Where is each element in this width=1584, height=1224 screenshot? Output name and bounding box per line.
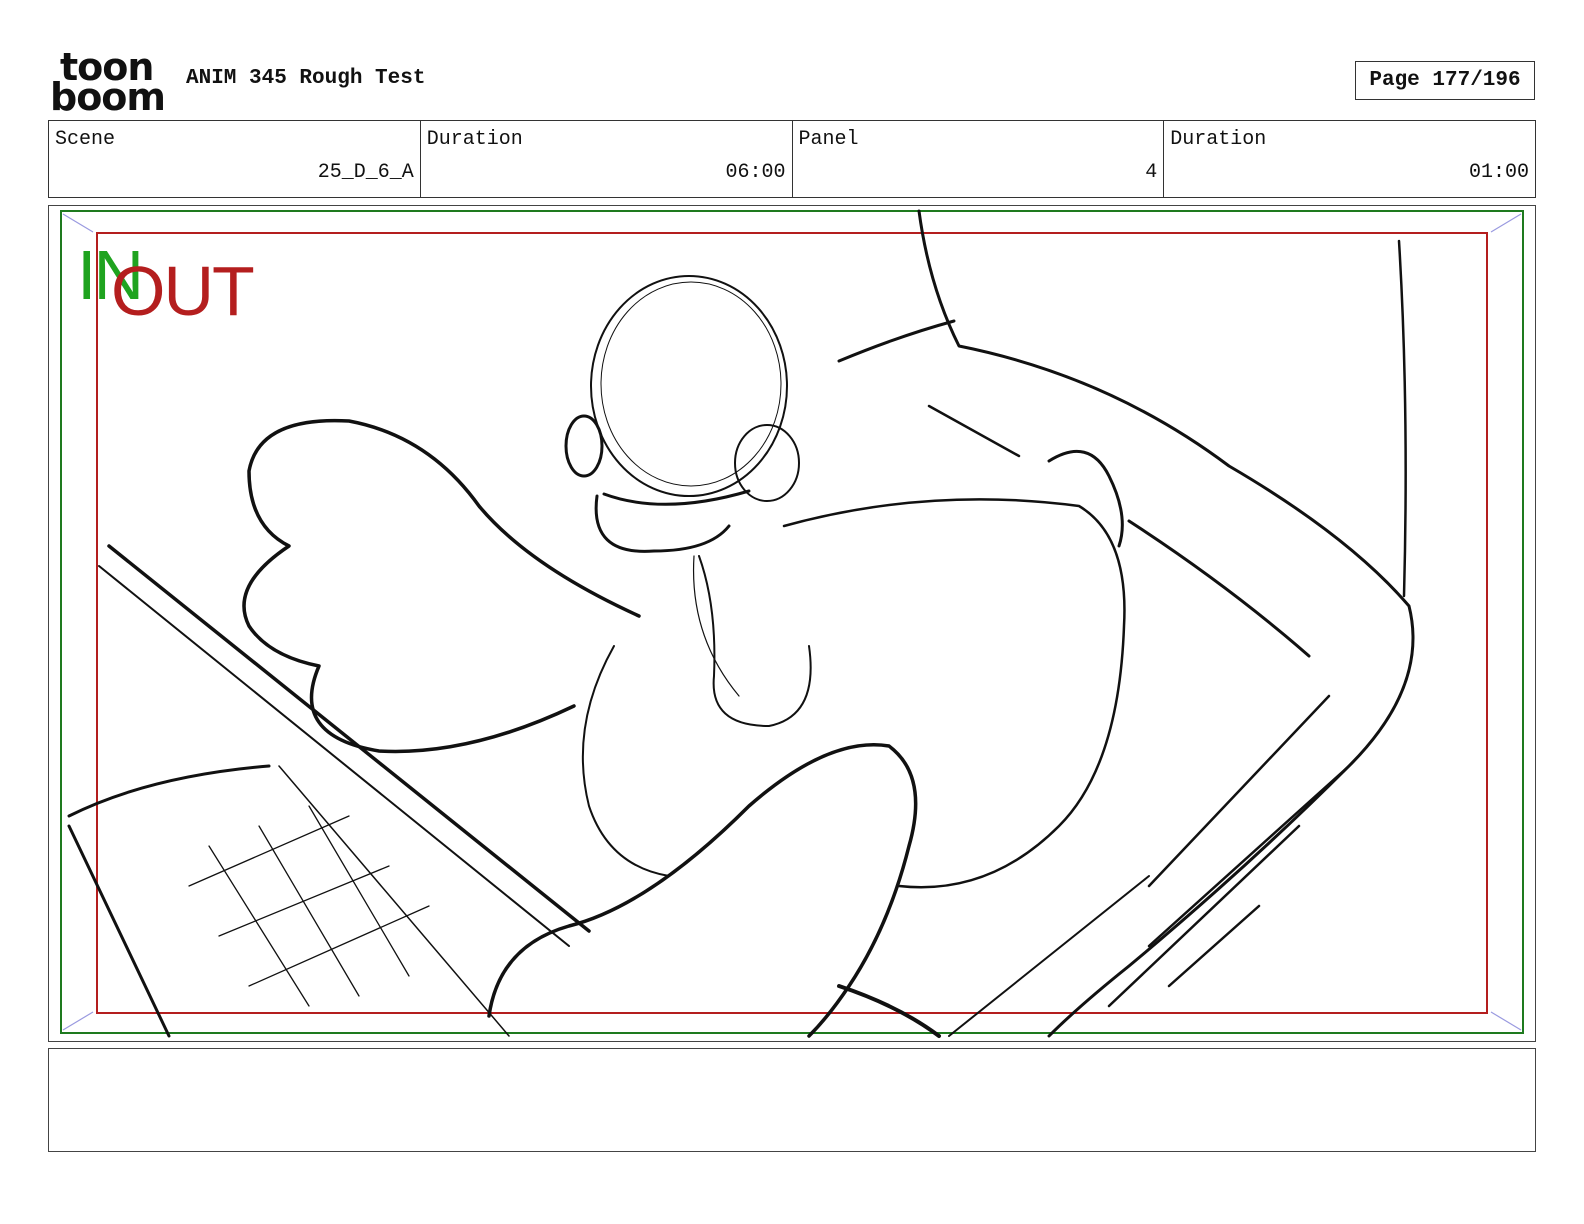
chair-sketch (917, 209, 1415, 1038)
panel-label: Panel (798, 128, 859, 151)
panel-value: 4 (1145, 161, 1158, 184)
head-sketch (590, 275, 788, 497)
panel-drawing (60, 209, 1524, 1038)
frame-corner-arrows (62, 213, 1522, 1031)
body-sketch (782, 498, 1126, 889)
document-title: ANIM 345 Rough Test (186, 67, 426, 90)
page-number: Page 177/196 (1355, 61, 1535, 100)
panel-duration-cell: Duration 01:00 (1164, 121, 1535, 197)
scene-cell: Scene 25_D_6_A (49, 121, 421, 197)
panel-duration-label: Duration (1170, 128, 1267, 151)
left-ear-sketch (564, 414, 604, 478)
scene-duration-value: 06:00 (725, 161, 786, 184)
keyboard-grid (188, 805, 430, 1007)
logo-bottom-text: boom (50, 75, 166, 119)
toonboom-logo: toon boom (50, 48, 170, 119)
out-camera-frame (96, 232, 1488, 1014)
scene-duration-label: Duration (426, 128, 523, 151)
panel-duration-value: 01:00 (1468, 161, 1529, 184)
scene-value: 25_D_6_A (317, 161, 414, 184)
scene-info-table: Scene 25_D_6_A Duration 06:00 Panel 4 Du… (48, 120, 1536, 198)
out-frame-marker: OUT (111, 252, 255, 330)
scene-duration-cell: Duration 06:00 (421, 121, 793, 197)
scene-label: Scene (55, 128, 116, 151)
panel-notes-box (48, 1048, 1536, 1152)
panel-cell: Panel 4 (793, 121, 1165, 197)
right-ear-sketch (734, 424, 800, 502)
laptop-base (67, 824, 171, 1038)
storyboard-panel: IN OUT (48, 205, 1536, 1042)
in-camera-frame (60, 210, 1524, 1034)
rough-sketch (67, 209, 1415, 1038)
